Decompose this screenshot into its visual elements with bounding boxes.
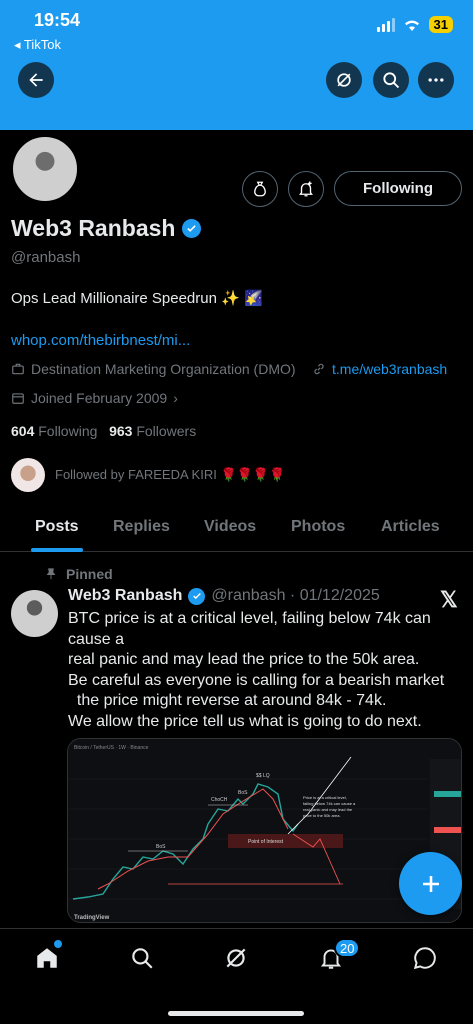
post-line: BTC price is at a critical level, failin… (68, 610, 431, 627)
back-to-app-link[interactable]: ◂ TikTok (14, 37, 61, 53)
battery-indicator: 31 (428, 16, 453, 33)
nav-search[interactable] (127, 943, 157, 973)
more-icon (428, 78, 444, 82)
grok-icon (337, 73, 351, 87)
post-line: the price might reverse at around 84k - … (68, 692, 387, 709)
home-indicator (168, 1011, 304, 1016)
pinned-text: Pinned (66, 566, 113, 582)
calendar-icon (12, 393, 24, 404)
search-icon (132, 948, 153, 969)
verified-badge-icon (182, 219, 202, 238)
tip-button[interactable] (242, 171, 278, 207)
website-link[interactable]: t.me/web3ranbash (332, 361, 447, 377)
profile-link[interactable]: whop.com/thebirbnest/mi... (11, 332, 190, 349)
compose-post-button[interactable] (399, 852, 462, 915)
post-text: BTC price is at a critical level, failin… (68, 609, 463, 732)
more-options-button[interactable] (418, 62, 454, 98)
followers-count-link[interactable]: 963 Followers (109, 423, 196, 439)
post-line: We allow the price tell us what is going… (68, 712, 422, 730)
post-header: Web3 Ranbash @ranbash · 01/12/2025 (68, 587, 380, 605)
svg-text:real panic and may lead the: real panic and may lead the (303, 807, 353, 812)
tab-posts[interactable]: Posts (35, 518, 79, 536)
active-tab-indicator (31, 548, 83, 552)
signal-icon (376, 17, 395, 32)
following-label: Following (38, 423, 98, 439)
category-text: Destination Marketing Organization (DMO) (31, 361, 296, 377)
chart-label-poi: Point of Interest (248, 839, 284, 845)
chart-label-choch: ChoCH (211, 797, 228, 803)
grok-icon (226, 948, 246, 968)
tab-replies[interactable]: Replies (113, 518, 170, 536)
verified-badge-icon (188, 587, 206, 605)
post-line: Be careful as everyone is calling for a … (68, 671, 445, 689)
status-time: 19:54 (34, 10, 81, 30)
wifi-icon (404, 20, 419, 31)
post-author-avatar[interactable] (11, 590, 58, 637)
home-icon (37, 948, 57, 968)
followers-count: 963 (109, 423, 133, 439)
chevron-right-icon: › (173, 390, 178, 406)
profile-category: Destination Marketing Organization (DMO) (11, 361, 296, 377)
back-button[interactable] (18, 62, 54, 98)
profile-handle: @ranbash (11, 249, 81, 266)
following-count-link[interactable]: 604 Following (11, 423, 97, 439)
post-line: cause a (68, 630, 125, 648)
profile-joined[interactable]: Joined February 2009 › (11, 390, 178, 406)
bottom-nav (0, 928, 473, 1024)
svg-text:Price is at a critical level,: Price is at a critical level, (303, 795, 347, 800)
briefcase-icon (12, 363, 24, 375)
profile-bio: Ops Lead Millionaire Speedrun ✨ 🌠 (11, 290, 263, 307)
chat-bubble-icon (413, 947, 436, 970)
tab-videos[interactable]: Videos (204, 518, 256, 536)
following-button[interactable]: Following (334, 171, 462, 206)
profile-name: Web3 Ranbash (11, 215, 202, 242)
nav-messages[interactable] (410, 943, 440, 973)
followers-label: Followers (136, 423, 197, 439)
nav-grok[interactable] (221, 943, 251, 973)
profile-avatar[interactable] (10, 134, 80, 204)
profile-tabs: Posts Replies Videos Photos Articles (0, 506, 473, 552)
chart-label-bos-2: BoS (238, 790, 248, 796)
post-handle-date: @ranbash · 01/12/2025 (211, 587, 380, 604)
svg-text:failing below 74k can cause a: failing below 74k can cause a (303, 801, 356, 806)
search-button[interactable] (373, 62, 409, 98)
chart-header-text: Bitcoin / TetherUS · 1W · Binance (74, 745, 149, 751)
bell-plus-icon (299, 181, 313, 197)
plus-icon (422, 875, 439, 892)
svg-text:price to the 50k area.: price to the 50k area. (303, 813, 341, 818)
grok-button[interactable] (326, 62, 362, 98)
chart-label-lq: $$ LQ (256, 773, 270, 779)
display-name: Web3 Ranbash (11, 215, 176, 241)
status-bar: 19:54 ◂ TikTok 31 (0, 0, 473, 56)
home-unread-dot (54, 940, 62, 948)
pin-icon (46, 568, 56, 580)
notifications-subscribe-button[interactable] (288, 171, 324, 207)
tab-articles[interactable]: Articles (381, 518, 440, 536)
following-count: 604 (11, 423, 35, 439)
post-line: real panic and may lead the price to the… (68, 651, 420, 668)
arrow-left-icon (29, 73, 43, 87)
post-author-name[interactable]: Web3 Ranbash (68, 587, 182, 605)
link-icon (314, 363, 324, 375)
tradingview-logo: TradingView (74, 915, 110, 921)
search-icon (383, 72, 400, 89)
followed-by-row[interactable]: Followed by FAREEDA KIRI 🌹🌹🌹🌹 (11, 458, 285, 492)
notification-badge: 20 (334, 938, 361, 958)
pinned-label: Pinned (44, 566, 113, 582)
money-bag-icon (254, 181, 266, 197)
followed-by-text: Followed by FAREEDA KIRI 🌹🌹🌹🌹 (55, 467, 286, 482)
tab-photos[interactable]: Photos (291, 518, 345, 536)
chart-label-bos-1: BoS (156, 844, 166, 850)
follow-counts: 604 Following 963 Followers (11, 423, 196, 439)
profile-website[interactable]: t.me/web3ranbash (312, 361, 447, 377)
follower-avatar (11, 458, 45, 492)
joined-text: Joined February 2009 (31, 390, 168, 406)
